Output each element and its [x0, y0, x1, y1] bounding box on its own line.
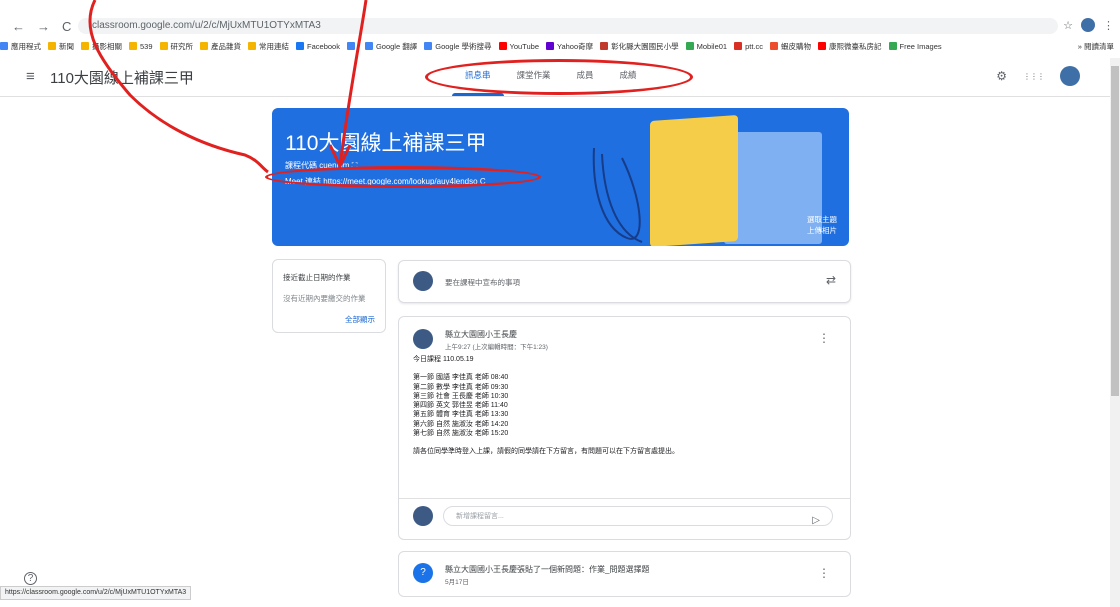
annotation-strokes [88, 0, 368, 174]
